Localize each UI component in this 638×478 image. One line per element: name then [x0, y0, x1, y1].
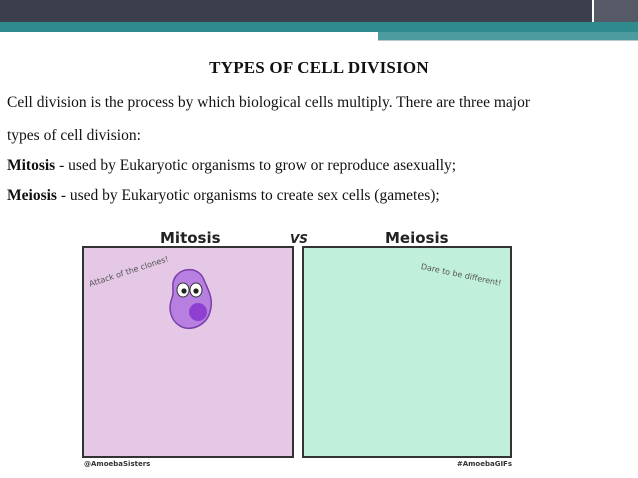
- slide-title: TYPES OF CELL DIVISION: [209, 58, 429, 77]
- meiosis-panel: Dare to be different!: [302, 246, 512, 458]
- meiosis-term: Meiosis: [7, 187, 57, 204]
- accent-line: [378, 40, 638, 41]
- accent-bar-secondary: [378, 32, 638, 40]
- comic-credit-left: @AmoebaSisters: [84, 460, 151, 468]
- comic-credit-right: #AmoebaGIFs: [456, 460, 512, 468]
- intro-line-2: types of cell division:: [7, 127, 141, 144]
- amoeba-character-icon: [169, 268, 213, 330]
- intro-line-1: Cell division is the process by which bi…: [7, 94, 530, 111]
- header-bar-tab: [592, 0, 638, 22]
- accent-bar: [0, 22, 638, 32]
- mitosis-note: Attack of the clones!: [88, 254, 170, 289]
- header-bar: [0, 0, 638, 22]
- mitosis-panel: Attack of the clones!: [82, 246, 294, 458]
- mitosis-term: Mitosis: [7, 157, 56, 174]
- comic-left-title: Mitosis: [160, 229, 221, 247]
- comic-right-title: Meiosis: [385, 229, 449, 247]
- mitosis-vs-meiosis-comic: Mitosis VS Meiosis Attack of the clones!…: [80, 226, 520, 471]
- meiosis-item: Meiosis - used by Eukaryotic organisms t…: [7, 187, 440, 205]
- comic-vs-label: VS: [290, 232, 308, 246]
- mitosis-item: Mitosis - used by Eukaryotic organisms t…: [7, 157, 456, 175]
- meiosis-description: - used by Eukaryotic organisms to create…: [56, 187, 440, 204]
- meiosis-note: Dare to be different!: [420, 262, 503, 288]
- mitosis-description: - used by Eukaryotic organisms to grow o…: [55, 157, 457, 174]
